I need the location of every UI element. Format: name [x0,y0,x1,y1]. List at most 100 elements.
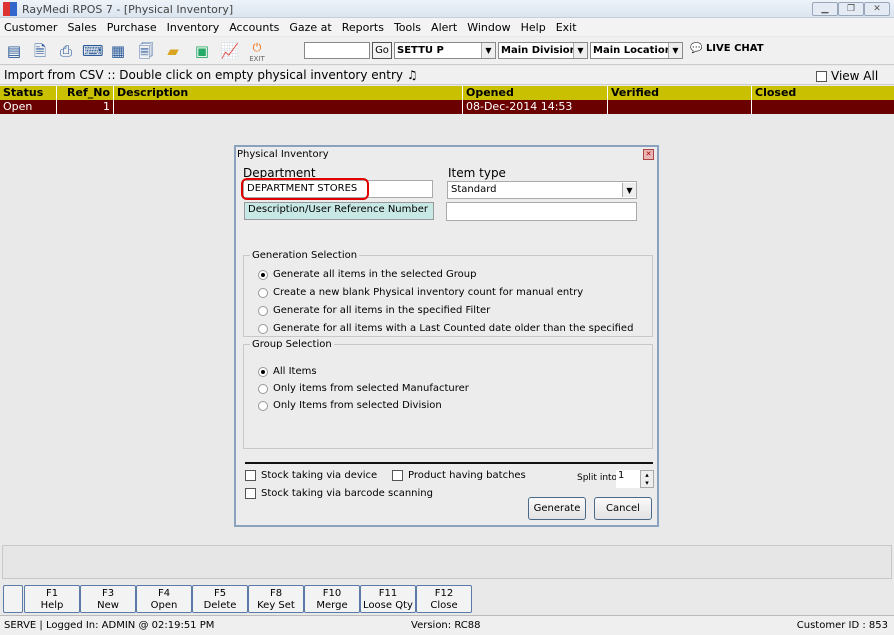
generation-option-3[interactable]: Generate for all items with a Last Count… [258,323,633,334]
menu-alert[interactable]: Alert [431,21,457,34]
column-opened[interactable]: Opened [462,86,607,100]
stock-barcode-label: Stock taking via barcode scanning [261,488,433,499]
generation-option-2[interactable]: Generate for all items in the specified … [258,305,490,316]
menu-sales[interactable]: Sales [67,21,96,34]
fkey-loose-qty-button[interactable]: F11 Loose Qty [360,585,416,613]
live-chat-button[interactable]: 💬 LIVE CHAT [690,43,764,54]
fkey-merge-button[interactable]: F10 Merge [304,585,360,613]
fkey-key: F11 [378,588,398,599]
chevron-down-icon: ▼ [481,43,495,58]
list-icon[interactable]: ▤ [4,41,24,61]
group-option-1[interactable]: Only items from selected Manufacturer [258,383,469,394]
fkey-label: Loose Qty [363,600,413,611]
fkey-key: F10 [322,588,342,599]
document-icon[interactable]: ▦ [108,41,128,61]
fkey-close-button[interactable]: F12 Close [416,585,472,613]
search-input[interactable] [304,42,370,59]
menu-accounts[interactable]: Accounts [229,21,279,34]
exit-label: EXIT [249,55,265,63]
physical-inventory-dialog: Physical Inventory ✕ Department DEPARTME… [234,145,659,527]
column-closed[interactable]: Closed [751,86,894,100]
stock-barcode-checkbox[interactable]: Stock taking via barcode scanning [245,488,433,499]
chart-icon[interactable]: 📈 [220,41,240,61]
division-select[interactable]: Main Division ▼ [498,42,588,59]
exit-button[interactable]: ⏻ EXIT [246,41,268,63]
location-select[interactable]: Main Location ▼ [590,42,683,59]
fkey-label: Help [40,600,64,611]
product-batches-checkbox[interactable]: Product having batches [392,470,526,481]
stock-device-checkbox[interactable]: Stock taking via device [245,470,377,481]
fkey-new-button[interactable]: F3 New [80,585,136,613]
checkbox-box [816,70,827,82]
column-description[interactable]: Description [113,86,462,100]
cell-opened: 08-Dec-2014 14:53 [462,100,607,114]
fkey-key-set-button[interactable]: F8 Key Set [248,585,304,613]
minimize-button[interactable]: ▁ [812,2,838,16]
fkey-delete-button[interactable]: F5 Delete [192,585,248,613]
fkey-help-button[interactable]: F1 Help [24,585,80,613]
printer-icon[interactable]: ⎙ [56,41,76,61]
option-label: Generate for all items with a Last Count… [273,323,634,334]
spinner-arrows-icon[interactable]: ▴ ▾ [640,470,654,488]
option-label: Generate all items in the selected Group [273,269,477,280]
chat-bubble-icon: 💬 [690,43,703,54]
close-window-button[interactable]: ✕ [864,2,890,16]
user-value: SETTU P [397,45,444,56]
fkey-label: Merge [316,600,348,611]
option-label: Generate for all items in the specified … [273,305,491,316]
column-ref-no[interactable]: Ref_No [56,86,113,100]
menu-gaze-at[interactable]: Gaze at [289,21,331,34]
menu-help[interactable]: Help [521,21,546,34]
option-label: Only Items from selected Division [273,400,442,411]
column-status[interactable]: Status [0,86,56,100]
chevron-down-icon: ▼ [573,43,587,58]
purchase-icon[interactable]: 🗐 [136,41,156,61]
toolbar: ▤ 🗎 ⎙ ⌨ ▦ 🗐 ▰ ▣ 📈 ⏻ EXIT Go SETTU P ▼ Main… [0,37,894,65]
menu-customer[interactable]: Customer [4,21,57,34]
view-all-checkbox[interactable]: View All [816,69,878,83]
cell-ref-no: 1 [56,100,113,114]
menu-purchase[interactable]: Purchase [107,21,157,34]
item-type-select[interactable]: Standard ▼ [447,181,637,199]
menu-reports[interactable]: Reports [342,21,384,34]
folder-icon[interactable]: ▰ [163,41,183,61]
dialog-title: Physical Inventory [237,149,329,160]
divider [245,462,653,464]
fkey-key: F5 [213,588,227,599]
split-into-stepper[interactable]: 1 ▴ ▾ [616,470,654,488]
generation-option-0[interactable]: Generate all items in the selected Group [258,269,476,280]
go-button[interactable]: Go [372,42,392,59]
contacts-icon[interactable]: ▣ [192,41,212,61]
item-type-label: Item type [448,166,506,180]
restore-button[interactable]: ❐ [838,2,864,16]
generation-option-1[interactable]: Create a new blank Physical inventory co… [258,287,583,298]
description-input[interactable] [446,202,637,221]
generation-selection-title: Generation Selection [252,250,358,261]
group-option-2[interactable]: Only Items from selected Division [258,400,442,411]
chevron-down-icon: ▼ [622,183,636,197]
menu-tools[interactable]: Tools [394,21,421,34]
group-option-0[interactable]: All Items [258,366,317,377]
table-row[interactable]: Open 1 08-Dec-2014 14:53 [0,100,894,114]
column-verified[interactable]: Verified [607,86,751,100]
split-value: 1 [618,470,625,481]
checkbox-box [392,470,403,481]
function-key-bar: F1 Help F3 New F4 Open F5 Delete F8 Key Set F10 Mer… [0,584,894,614]
cell-status: Open [3,100,33,113]
user-select[interactable]: SETTU P ▼ [394,42,496,59]
menu-exit[interactable]: Exit [556,21,577,34]
radio-icon [258,366,268,377]
cart-document-icon[interactable]: 🗎 [30,41,50,61]
dialog-close-icon[interactable]: ✕ [643,149,654,160]
fkey-open-button[interactable]: F4 Open [136,585,192,613]
division-value: Main Division [501,45,577,56]
generation-selection-group: Generation Selection Generate all items … [243,250,653,337]
keyboard-icon[interactable]: ⌨ [82,41,104,61]
radio-icon [258,400,268,411]
menu-window[interactable]: Window [467,21,510,34]
option-label: Create a new blank Physical inventory co… [273,287,584,298]
menu-inventory[interactable]: Inventory [167,21,220,34]
fkey-key: F3 [101,588,115,599]
generate-button[interactable]: Generate [528,497,586,520]
cancel-button[interactable]: Cancel [594,497,652,520]
